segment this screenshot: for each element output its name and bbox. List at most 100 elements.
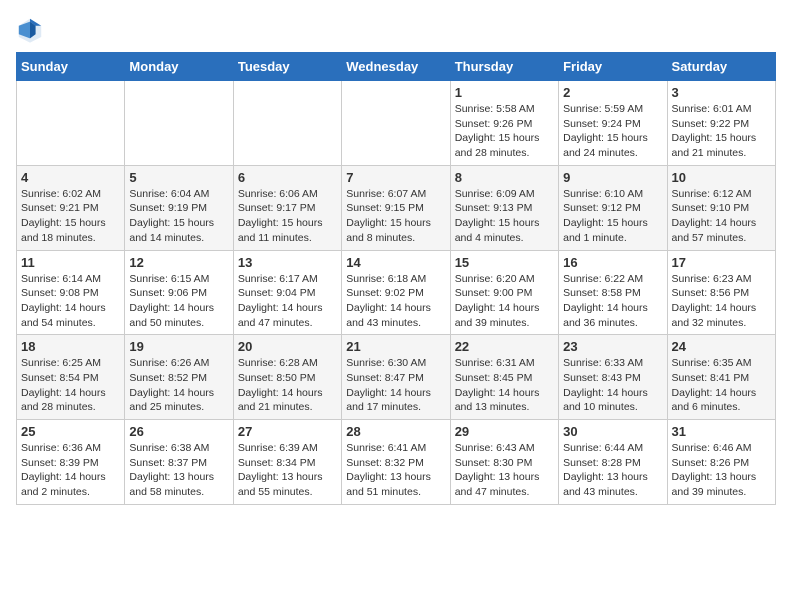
day-number: 19 bbox=[129, 339, 228, 354]
calendar-cell: 25 Sunrise: 6:36 AM Sunset: 8:39 PM Dayli… bbox=[17, 420, 125, 505]
day-number: 18 bbox=[21, 339, 120, 354]
calendar-cell bbox=[233, 81, 341, 166]
calendar-cell: 24Sunrise: 6:35 AM Sunset: 8:41 PM Dayli… bbox=[667, 335, 775, 420]
day-info: Sunrise: 6:14 AM Sunset: 9:08 PM Dayligh… bbox=[21, 272, 120, 331]
day-number: 5 bbox=[129, 170, 228, 185]
calendar-cell: 3Sunrise: 6:01 AM Sunset: 9:22 PM Daylig… bbox=[667, 81, 775, 166]
day-info: Sunrise: 6:33 AM Sunset: 8:43 PM Dayligh… bbox=[563, 356, 662, 415]
day-info: Sunrise: 6:01 AM Sunset: 9:22 PM Dayligh… bbox=[672, 102, 771, 161]
day-info: Sunrise: 6:10 AM Sunset: 9:12 PM Dayligh… bbox=[563, 187, 662, 246]
day-number: 2 bbox=[563, 85, 662, 100]
day-info: Sunrise: 6:18 AM Sunset: 9:02 PM Dayligh… bbox=[346, 272, 445, 331]
calendar-cell: 18 Sunrise: 6:25 AM Sunset: 8:54 PM Dayli… bbox=[17, 335, 125, 420]
calendar-cell: 2 Sunrise: 5:59 AM Sunset: 9:24 PM Daylig… bbox=[559, 81, 667, 166]
day-number: 11 bbox=[21, 255, 120, 270]
calendar-cell bbox=[342, 81, 450, 166]
page-header bbox=[16, 16, 776, 44]
day-number: 10 bbox=[672, 170, 771, 185]
day-number: 4 bbox=[21, 170, 120, 185]
calendar-cell: 9 Sunrise: 6:10 AM Sunset: 9:12 PM Daylig… bbox=[559, 165, 667, 250]
logo bbox=[16, 16, 48, 44]
calendar-cell: 19 Sunrise: 6:26 AM Sunset: 8:52 PM Dayli… bbox=[125, 335, 233, 420]
calendar-cell: 4 Sunrise: 6:02 AM Sunset: 9:21 PM Daylig… bbox=[17, 165, 125, 250]
calendar-cell: 8 Sunrise: 6:09 AM Sunset: 9:13 PM Daylig… bbox=[450, 165, 558, 250]
day-number: 17 bbox=[672, 255, 771, 270]
day-info: Sunrise: 6:22 AM Sunset: 8:58 PM Dayligh… bbox=[563, 272, 662, 331]
day-number: 28 bbox=[346, 424, 445, 439]
day-of-week-header: Thursday bbox=[450, 53, 558, 81]
day-info: Sunrise: 6:12 AM Sunset: 9:10 PM Dayligh… bbox=[672, 187, 771, 246]
calendar: SundayMondayTuesdayWednesdayThursdayFrid… bbox=[16, 52, 776, 505]
day-number: 31 bbox=[672, 424, 771, 439]
day-info: Sunrise: 5:58 AM Sunset: 9:26 PM Dayligh… bbox=[455, 102, 554, 161]
day-info: Sunrise: 6:17 AM Sunset: 9:04 PM Dayligh… bbox=[238, 272, 337, 331]
day-number: 20 bbox=[238, 339, 337, 354]
calendar-cell: 6Sunrise: 6:06 AM Sunset: 9:17 PM Daylig… bbox=[233, 165, 341, 250]
day-info: Sunrise: 6:31 AM Sunset: 8:45 PM Dayligh… bbox=[455, 356, 554, 415]
day-info: Sunrise: 6:28 AM Sunset: 8:50 PM Dayligh… bbox=[238, 356, 337, 415]
calendar-cell: 14 Sunrise: 6:18 AM Sunset: 9:02 PM Dayli… bbox=[342, 250, 450, 335]
calendar-cell: 29 Sunrise: 6:43 AM Sunset: 8:30 PM Dayli… bbox=[450, 420, 558, 505]
day-info: Sunrise: 6:43 AM Sunset: 8:30 PM Dayligh… bbox=[455, 441, 554, 500]
day-info: Sunrise: 6:06 AM Sunset: 9:17 PM Dayligh… bbox=[238, 187, 337, 246]
day-info: Sunrise: 6:30 AM Sunset: 8:47 PM Dayligh… bbox=[346, 356, 445, 415]
calendar-week-row: 1Sunrise: 5:58 AM Sunset: 9:26 PM Daylig… bbox=[17, 81, 776, 166]
day-of-week-header: Saturday bbox=[667, 53, 775, 81]
day-info: Sunrise: 6:04 AM Sunset: 9:19 PM Dayligh… bbox=[129, 187, 228, 246]
day-info: Sunrise: 6:15 AM Sunset: 9:06 PM Dayligh… bbox=[129, 272, 228, 331]
calendar-cell: 12 Sunrise: 6:15 AM Sunset: 9:06 PM Dayli… bbox=[125, 250, 233, 335]
day-info: Sunrise: 6:44 AM Sunset: 8:28 PM Dayligh… bbox=[563, 441, 662, 500]
day-info: Sunrise: 6:38 AM Sunset: 8:37 PM Dayligh… bbox=[129, 441, 228, 500]
calendar-cell bbox=[125, 81, 233, 166]
day-number: 26 bbox=[129, 424, 228, 439]
calendar-cell: 10 Sunrise: 6:12 AM Sunset: 9:10 PM Dayli… bbox=[667, 165, 775, 250]
day-of-week-header: Wednesday bbox=[342, 53, 450, 81]
day-info: Sunrise: 6:02 AM Sunset: 9:21 PM Dayligh… bbox=[21, 187, 120, 246]
calendar-cell: 17 Sunrise: 6:23 AM Sunset: 8:56 PM Dayli… bbox=[667, 250, 775, 335]
calendar-week-row: 11 Sunrise: 6:14 AM Sunset: 9:08 PM Dayli… bbox=[17, 250, 776, 335]
day-info: Sunrise: 5:59 AM Sunset: 9:24 PM Dayligh… bbox=[563, 102, 662, 161]
day-number: 12 bbox=[129, 255, 228, 270]
day-number: 23 bbox=[563, 339, 662, 354]
calendar-cell bbox=[17, 81, 125, 166]
calendar-cell: 26 Sunrise: 6:38 AM Sunset: 8:37 PM Dayli… bbox=[125, 420, 233, 505]
day-info: Sunrise: 6:23 AM Sunset: 8:56 PM Dayligh… bbox=[672, 272, 771, 331]
calendar-cell: 23 Sunrise: 6:33 AM Sunset: 8:43 PM Dayli… bbox=[559, 335, 667, 420]
day-number: 8 bbox=[455, 170, 554, 185]
calendar-cell: 7 Sunrise: 6:07 AM Sunset: 9:15 PM Daylig… bbox=[342, 165, 450, 250]
calendar-cell: 27 Sunrise: 6:39 AM Sunset: 8:34 PM Dayli… bbox=[233, 420, 341, 505]
day-number: 15 bbox=[455, 255, 554, 270]
calendar-week-row: 4 Sunrise: 6:02 AM Sunset: 9:21 PM Daylig… bbox=[17, 165, 776, 250]
day-number: 21 bbox=[346, 339, 445, 354]
calendar-cell: 5 Sunrise: 6:04 AM Sunset: 9:19 PM Daylig… bbox=[125, 165, 233, 250]
calendar-cell: 15Sunrise: 6:20 AM Sunset: 9:00 PM Dayli… bbox=[450, 250, 558, 335]
calendar-cell: 16 Sunrise: 6:22 AM Sunset: 8:58 PM Dayli… bbox=[559, 250, 667, 335]
day-of-week-header: Friday bbox=[559, 53, 667, 81]
day-info: Sunrise: 6:26 AM Sunset: 8:52 PM Dayligh… bbox=[129, 356, 228, 415]
day-number: 29 bbox=[455, 424, 554, 439]
day-info: Sunrise: 6:09 AM Sunset: 9:13 PM Dayligh… bbox=[455, 187, 554, 246]
day-number: 25 bbox=[21, 424, 120, 439]
day-number: 14 bbox=[346, 255, 445, 270]
day-number: 16 bbox=[563, 255, 662, 270]
day-number: 13 bbox=[238, 255, 337, 270]
calendar-cell: 31 Sunrise: 6:46 AM Sunset: 8:26 PM Dayli… bbox=[667, 420, 775, 505]
day-number: 22 bbox=[455, 339, 554, 354]
day-number: 7 bbox=[346, 170, 445, 185]
day-number: 24 bbox=[672, 339, 771, 354]
day-number: 27 bbox=[238, 424, 337, 439]
day-info: Sunrise: 6:36 AM Sunset: 8:39 PM Dayligh… bbox=[21, 441, 120, 500]
day-info: Sunrise: 6:07 AM Sunset: 9:15 PM Dayligh… bbox=[346, 187, 445, 246]
day-info: Sunrise: 6:46 AM Sunset: 8:26 PM Dayligh… bbox=[672, 441, 771, 500]
day-of-week-header: Tuesday bbox=[233, 53, 341, 81]
day-of-week-header: Sunday bbox=[17, 53, 125, 81]
calendar-cell: 13 Sunrise: 6:17 AM Sunset: 9:04 PM Dayli… bbox=[233, 250, 341, 335]
logo-icon bbox=[16, 16, 44, 44]
calendar-cell: 20 Sunrise: 6:28 AM Sunset: 8:50 PM Dayli… bbox=[233, 335, 341, 420]
day-number: 9 bbox=[563, 170, 662, 185]
day-info: Sunrise: 6:25 AM Sunset: 8:54 PM Dayligh… bbox=[21, 356, 120, 415]
day-info: Sunrise: 6:41 AM Sunset: 8:32 PM Dayligh… bbox=[346, 441, 445, 500]
calendar-cell: 11 Sunrise: 6:14 AM Sunset: 9:08 PM Dayli… bbox=[17, 250, 125, 335]
calendar-header-row: SundayMondayTuesdayWednesdayThursdayFrid… bbox=[17, 53, 776, 81]
day-info: Sunrise: 6:39 AM Sunset: 8:34 PM Dayligh… bbox=[238, 441, 337, 500]
